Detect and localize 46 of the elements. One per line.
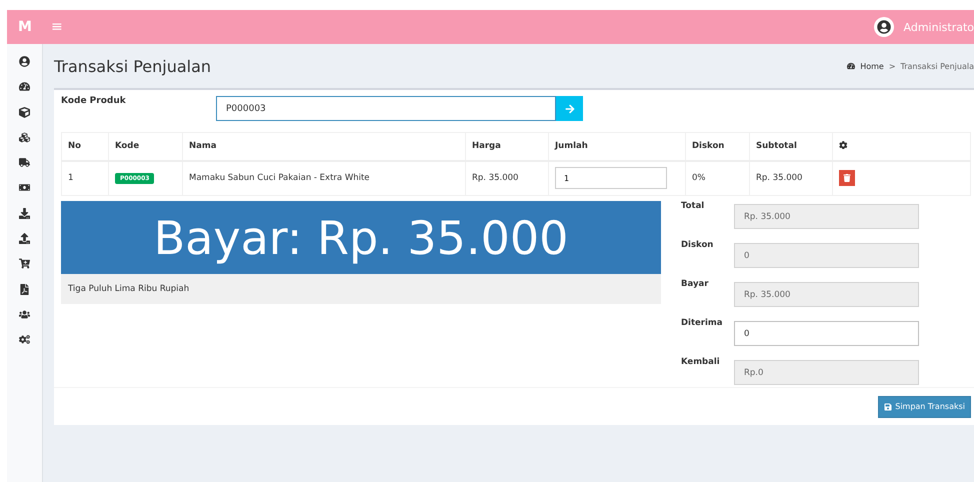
table-cell: Rp. 35.000 [466,160,548,196]
dashboard-icon[interactable] [19,81,30,92]
table-cell: Rp. 35.000 [750,160,832,196]
dashboard-icon [847,62,856,70]
quantity-field[interactable]: 1 [555,167,667,190]
page-title: Transaksi Penjualan [54,56,212,76]
cubes-icon[interactable] [19,132,30,143]
field-label: Diskon [681,240,714,250]
users-icon[interactable] [19,308,30,320]
trash-icon [843,174,851,182]
pay-amount-banner: Bayar: Rp. 35.000 [61,201,661,274]
breadcrumb-current: Transaksi Penjuala [900,62,974,70]
column-header: Kode [108,132,182,160]
field-label: Diterima [681,318,724,328]
table-cell: 1 [62,160,108,196]
download-icon[interactable] [19,208,30,219]
field-label: Bayar [681,279,710,289]
pdf-file-icon[interactable] [19,284,30,295]
amount-in-words: Tiga Puluh Lima Ribu Rupiah [61,274,661,304]
table-cell: Mamaku Sabun Cuci Pakaian - Extra White [182,160,466,196]
field-label: Kembali [681,357,721,367]
arrow-right-icon [564,104,574,114]
upload-icon[interactable] [19,233,30,244]
breadcrumb-link[interactable]: Home [860,62,884,70]
table-cell: 0% [686,160,750,196]
cube-icon[interactable] [19,106,30,118]
cart-icon[interactable] [19,258,30,270]
gears-icon[interactable] [19,334,30,346]
breadcrumb-separator: > [888,62,896,70]
save-button[interactable]: Simpan Transaksi [878,396,971,418]
money-icon[interactable] [19,182,30,194]
field-label: Kode Produk [61,96,127,106]
column-header: No [62,132,108,160]
column-header: Jumlah [548,132,686,160]
column-header: Diskon [686,132,750,160]
avatar-icon[interactable] [874,17,894,37]
settings-icon [839,140,848,149]
column-header: Nama [182,132,466,160]
column-header: Harga [466,132,548,160]
product-code-field[interactable]: P000003 [216,96,556,121]
field-label: Total [681,201,706,211]
column-header: Subtotal [750,132,832,160]
truck-icon[interactable] [19,157,30,168]
save-icon [884,402,892,410]
delete-button[interactable] [839,170,855,186]
summary-field[interactable]: 0 [734,321,919,346]
